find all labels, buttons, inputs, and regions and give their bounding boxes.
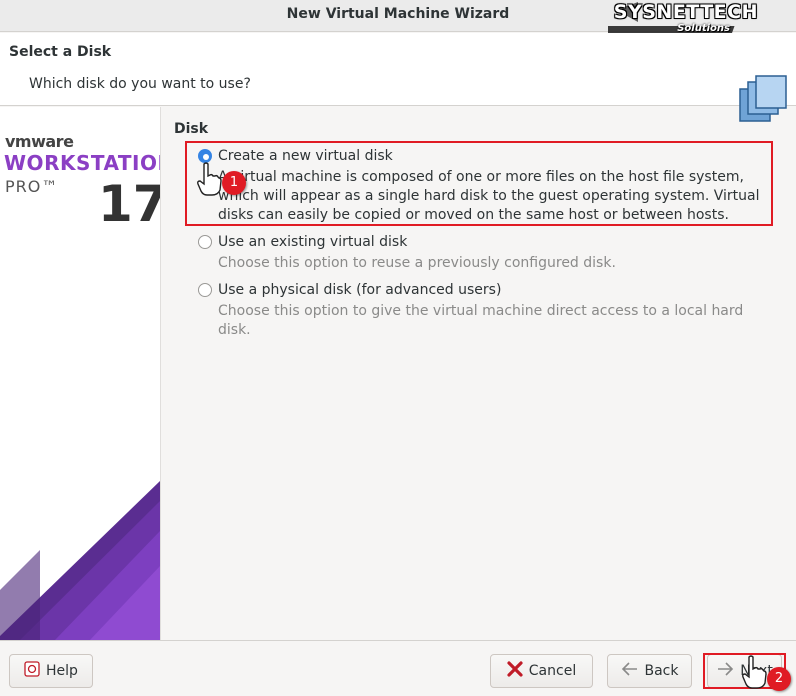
help-button[interactable]: Help xyxy=(9,654,93,688)
page-subtitle: Which disk do you want to use? xyxy=(29,76,251,92)
help-button-label: Help xyxy=(46,663,78,679)
help-icon xyxy=(24,661,40,681)
hand-cursor-icon xyxy=(197,162,222,196)
product-version: 17 xyxy=(98,175,161,233)
radio-existing-disk[interactable] xyxy=(198,235,212,249)
option-physical-disk-description: Choose this option to give the virtual m… xyxy=(218,303,744,338)
window-title: New Virtual Machine Wizard xyxy=(286,6,510,22)
cancel-button-label: Cancel xyxy=(528,663,577,679)
disk-group-label: Disk xyxy=(174,121,209,137)
wizard-header: Select a Disk Which disk do you want to … xyxy=(0,33,796,122)
cancel-x-icon xyxy=(507,661,523,681)
product-edition: PRO™ xyxy=(5,177,59,196)
watermark-text: SYSNETTECH xyxy=(613,1,758,23)
radio-physical-disk[interactable] xyxy=(198,283,212,297)
option-existing-disk-label[interactable]: Use an existing virtual disk xyxy=(218,234,407,250)
brand-stripes-graphic xyxy=(0,480,160,640)
step-badge-1: 1 xyxy=(222,171,246,195)
step-badge-2: 2 xyxy=(767,667,791,691)
back-arrow-icon xyxy=(621,661,639,681)
back-button[interactable]: Back xyxy=(607,654,692,688)
option-existing-disk-description: Choose this option to reuse a previously… xyxy=(218,255,616,271)
page-title: Select a Disk xyxy=(9,44,112,60)
option-physical-disk-label[interactable]: Use a physical disk (for advanced users) xyxy=(218,282,501,298)
cancel-button[interactable]: Cancel xyxy=(490,654,593,688)
highlight-box-step1 xyxy=(185,141,773,226)
back-button-label: Back xyxy=(644,663,679,679)
product-name: WORKSTATION xyxy=(4,151,161,175)
disk-options-panel: Disk Create a new virtual disk A virtual… xyxy=(162,107,796,640)
hand-cursor-icon-2 xyxy=(742,655,767,689)
wizard-footer: Help Cancel Back Next 2 xyxy=(0,640,796,696)
vmware-logo: vmware xyxy=(5,132,74,151)
vmware-brand-panel: vmware WORKSTATION PRO™ 17 xyxy=(0,107,161,640)
